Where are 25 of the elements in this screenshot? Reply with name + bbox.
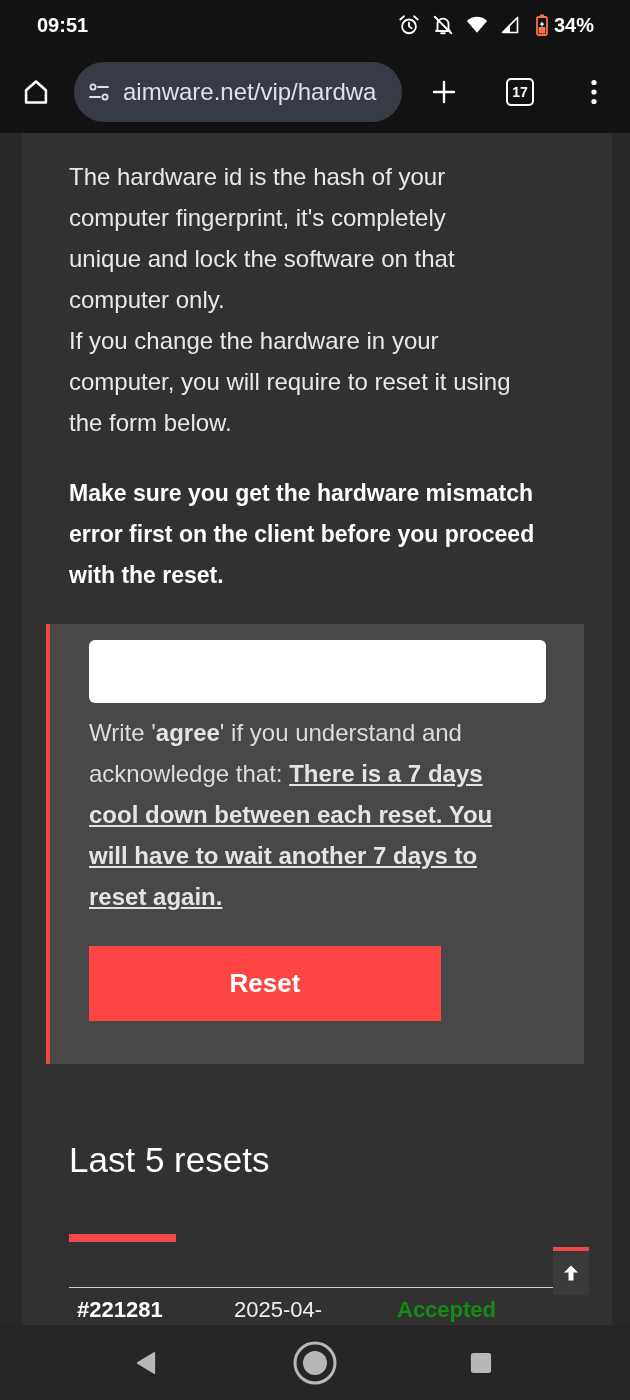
overview-icon[interactable]	[470, 1351, 492, 1374]
url-field[interactable]: aimware.net/vip/hardwa	[74, 61, 402, 122]
status-time: 09:51	[37, 13, 89, 37]
menu-icon[interactable]	[590, 78, 598, 105]
plus-icon[interactable]	[432, 79, 456, 104]
battery-icon	[535, 14, 548, 36]
reset-date: 2025-04-	[234, 1296, 324, 1324]
bell-off-icon	[431, 14, 454, 36]
reset-id: #221281	[76, 1296, 164, 1324]
battery-percent: 34%	[553, 13, 594, 37]
agreement-text: Write 'agree' if you understand and acknowledge that: There is a 7 days cool down between each reset. You will have to wait another 7 days to reset again.	[89, 718, 494, 912]
tab-switcher-button[interactable]: 17	[506, 77, 534, 106]
scroll-top-button[interactable]	[553, 1247, 589, 1295]
description-text: The hardware id is the hash of your computer fingerprint, it's completely unique and lock the software on that computer only.	[69, 162, 456, 315]
home-button-icon[interactable]	[293, 1340, 337, 1385]
home-icon[interactable]	[22, 77, 50, 106]
back-icon[interactable]	[135, 1350, 157, 1375]
signal-icon	[499, 15, 520, 35]
alarm-icon	[397, 14, 420, 36]
warning-text: Make sure you get the hardware mismatch error first on the client before you proceed with the reset.	[69, 479, 536, 590]
agree-input[interactable]	[89, 640, 546, 703]
resets-heading: Last 5 resets	[69, 1139, 271, 1181]
arrow-up-icon	[561, 1263, 581, 1283]
description-text: If you change the hardware in your computer, you will require to reset it using the form below.	[69, 326, 512, 438]
reset-status: Accepted	[397, 1296, 497, 1324]
